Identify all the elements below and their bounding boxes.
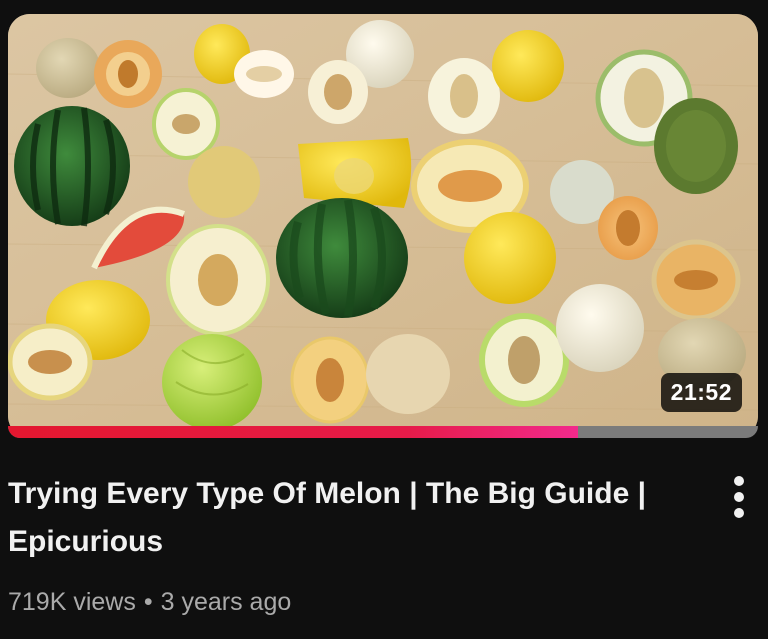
view-count: 719K views (8, 588, 136, 616)
watch-progress-fill (8, 426, 578, 438)
video-thumbnail[interactable]: 21:52 (8, 14, 758, 438)
upload-age: 3 years ago (160, 588, 292, 616)
video-card[interactable]: 21:52 Trying Every Type Of Melon | The B… (0, 0, 768, 639)
video-metadata: 719K views • 3 years ago (8, 585, 291, 619)
video-title[interactable]: Trying Every Type Of Melon | The Big Gui… (8, 470, 688, 566)
watch-progress-bar (8, 426, 758, 438)
thumbnail-image (8, 14, 758, 438)
duration-badge: 21:52 (660, 373, 742, 412)
more-vertical-icon[interactable] (722, 474, 756, 520)
meta-separator: • (143, 588, 153, 616)
